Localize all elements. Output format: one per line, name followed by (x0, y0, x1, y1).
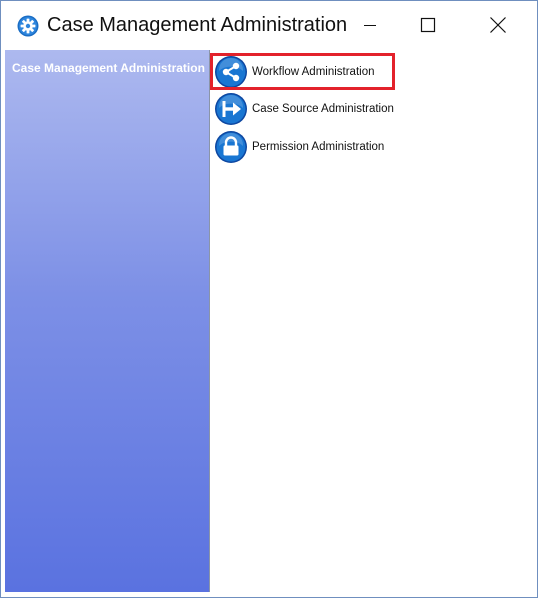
sidebar-title: Case Management Administration (12, 61, 205, 75)
maximize-button[interactable] (405, 1, 451, 49)
minimize-icon (364, 25, 376, 26)
item-label: Permission Administration (252, 141, 385, 153)
close-icon (490, 17, 506, 33)
window-title: Case Management Administration (47, 14, 348, 36)
item-label: Case Source Administration (252, 103, 394, 115)
title-bar[interactable]: Case Management Administration (1, 1, 537, 49)
close-button[interactable] (475, 1, 521, 49)
minimize-button[interactable] (347, 1, 393, 49)
arrow-exit-icon (215, 93, 247, 125)
share-nodes-icon (215, 56, 247, 88)
navigation-sidebar: Case Management Administration (5, 50, 209, 592)
workflow-administration-item[interactable]: Workflow Administration (214, 55, 454, 89)
case-source-administration-item[interactable]: Case Source Administration (214, 92, 454, 126)
item-label: Workflow Administration (252, 66, 375, 78)
gear-icon (17, 15, 39, 37)
lock-icon (215, 131, 247, 163)
case-management-admin-window: Case Management Administration Case Mana… (0, 0, 538, 598)
maximize-icon (420, 17, 436, 33)
admin-items-panel: Workflow Administration Case Source Admi… (209, 50, 533, 592)
permission-administration-item[interactable]: Permission Administration (214, 130, 454, 164)
